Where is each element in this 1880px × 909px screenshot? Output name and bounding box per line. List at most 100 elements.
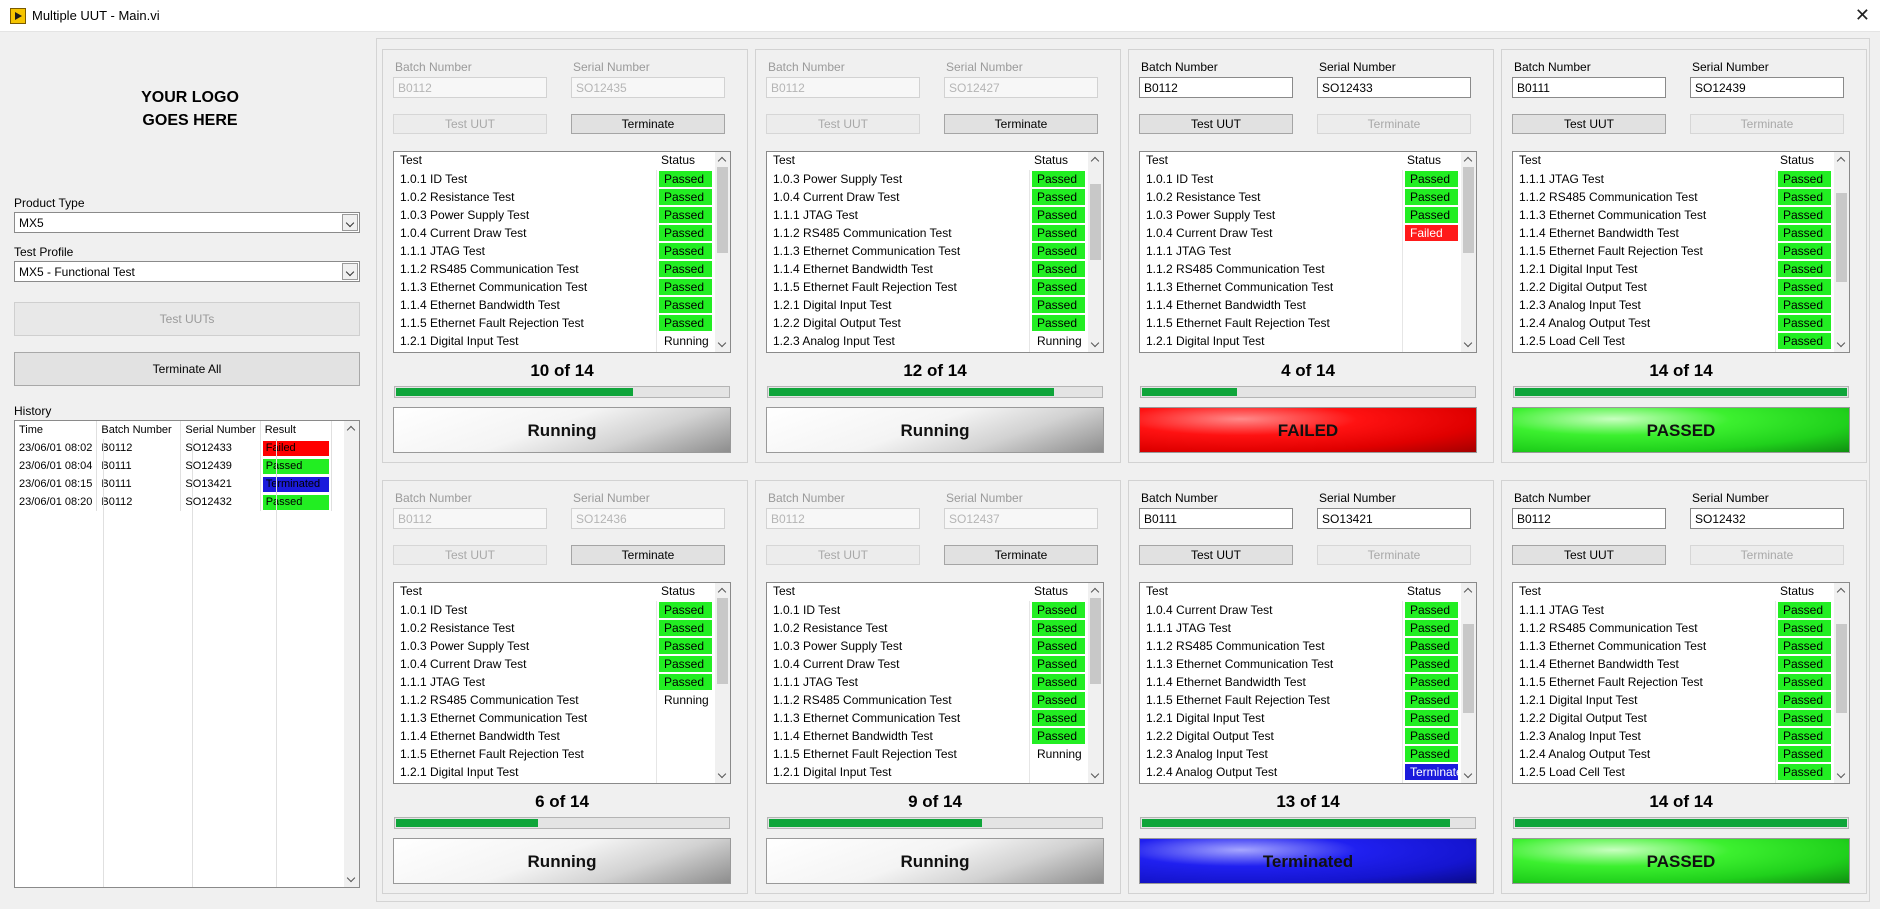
scroll-up-icon[interactable] — [1461, 583, 1476, 598]
serial-number-field[interactable]: SO12439 — [1690, 77, 1844, 98]
test-list-scrollbar[interactable] — [1834, 583, 1849, 783]
test-row[interactable]: 1.1.5 Ethernet Fault Rejection Test Passe… — [1140, 691, 1461, 709]
test-list-scrollbar[interactable] — [1461, 583, 1476, 783]
test-row[interactable]: 1.2.2 Digital Output Test Passed — [767, 314, 1088, 332]
test-row[interactable]: 1.0.3 Power Supply Test Passed — [767, 170, 1088, 188]
test-row[interactable]: 1.0.4 Current Draw Test Passed — [767, 188, 1088, 206]
test-row[interactable]: 1.2.4 Analog Output Test Terminated — [1140, 763, 1461, 781]
test-row[interactable]: 1.1.5 Ethernet Fault Rejection Test Passe… — [394, 314, 715, 332]
test-row[interactable]: 1.1.2 RS485 Communication Test Passed — [1513, 188, 1834, 206]
test-row[interactable]: 1.1.1 JTAG Test Passed — [767, 673, 1088, 691]
test-list-scrollbar[interactable] — [1088, 152, 1103, 352]
test-row[interactable]: 1.1.2 RS485 Communication Test Passed — [394, 260, 715, 278]
test-row[interactable]: 1.1.3 Ethernet Communication Test Passed — [1140, 655, 1461, 673]
scroll-up-icon[interactable] — [715, 152, 730, 167]
test-row[interactable]: 1.0.2 Resistance Test Passed — [394, 619, 715, 637]
serial-number-field[interactable]: SO12435 — [571, 77, 725, 98]
terminate-button[interactable]: Terminate — [1317, 114, 1471, 134]
test-row[interactable]: 1.0.4 Current Draw Test Passed — [394, 655, 715, 673]
test-list-scrollbar[interactable] — [1088, 583, 1103, 783]
scroll-up-icon[interactable] — [344, 421, 359, 436]
test-row[interactable]: 1.2.2 Digital Output Test Passed — [1513, 709, 1834, 727]
test-row[interactable]: 1.2.1 Digital Input Test Running — [394, 332, 715, 350]
scroll-down-icon[interactable] — [1088, 337, 1103, 352]
scroll-up-icon[interactable] — [1834, 583, 1849, 598]
test-row[interactable]: 1.2.1 Digital Input Test — [1140, 332, 1461, 350]
terminate-button[interactable]: Terminate — [1690, 545, 1844, 565]
test-row[interactable]: 1.1.1 JTAG Test Passed — [394, 673, 715, 691]
test-list-scrollbar[interactable] — [715, 583, 730, 783]
test-row[interactable]: 1.1.5 Ethernet Fault Rejection Test Runni… — [767, 745, 1088, 763]
test-row[interactable]: 1.2.1 Digital Input Test Passed — [1513, 260, 1834, 278]
test-uut-button[interactable]: Test UUT — [766, 114, 920, 134]
test-row[interactable]: 1.0.4 Current Draw Test Passed — [1140, 601, 1461, 619]
history-scrollbar[interactable] — [344, 421, 359, 887]
terminate-button[interactable]: Terminate — [571, 114, 725, 134]
test-row[interactable]: 1.1.4 Ethernet Bandwidth Test Passed — [1513, 224, 1834, 242]
test-row[interactable]: 1.1.1 JTAG Test Passed — [1140, 619, 1461, 637]
test-row[interactable]: 1.1.3 Ethernet Communication Test Passed — [767, 709, 1088, 727]
test-list-scrollbar[interactable] — [1461, 152, 1476, 352]
scroll-down-icon[interactable] — [1834, 768, 1849, 783]
scroll-thumb[interactable] — [1463, 167, 1474, 254]
scroll-thumb[interactable] — [1090, 598, 1101, 685]
scroll-up-icon[interactable] — [1834, 152, 1849, 167]
terminate-all-button[interactable]: Terminate All — [14, 352, 360, 386]
scroll-thumb[interactable] — [1090, 184, 1101, 260]
test-row[interactable]: 1.0.3 Power Supply Test Passed — [767, 637, 1088, 655]
test-row[interactable]: 1.1.3 Ethernet Communication Test — [394, 709, 715, 727]
test-uut-button[interactable]: Test UUT — [393, 545, 547, 565]
test-list[interactable]: Test Status 1.0.4 Current Draw Test Passed 1… — [1139, 582, 1477, 784]
test-row[interactable]: 1.0.1 ID Test Passed — [394, 601, 715, 619]
test-row[interactable]: 1.1.4 Ethernet Bandwidth Test Passed — [767, 260, 1088, 278]
batch-number-field[interactable]: B0111 — [1139, 508, 1293, 529]
history-row[interactable]: 23/06/01 08:20 B0112 SO12432 Passed — [15, 493, 332, 511]
test-row[interactable]: 1.2.4 Analog Output Test Passed — [1513, 745, 1834, 763]
test-row[interactable]: 1.1.4 Ethernet Bandwidth Test Passed — [767, 727, 1088, 745]
scroll-down-icon[interactable] — [1088, 768, 1103, 783]
product-type-select[interactable]: MX5 — [14, 212, 360, 233]
test-list[interactable]: Test Status 1.0.3 Power Supply Test Passed 1… — [766, 151, 1104, 353]
test-row[interactable]: 1.2.3 Analog Input Test Passed — [1513, 296, 1834, 314]
test-uut-button[interactable]: Test UUT — [1512, 545, 1666, 565]
history-row[interactable]: 23/06/01 08:15 B0111 SO13421 Terminated — [15, 475, 332, 493]
batch-number-field[interactable]: B0112 — [393, 508, 547, 529]
test-row[interactable]: 1.1.1 JTAG Test Passed — [1513, 601, 1834, 619]
test-row[interactable]: 1.0.4 Current Draw Test Passed — [767, 655, 1088, 673]
terminate-button[interactable]: Terminate — [944, 545, 1098, 565]
test-row[interactable]: 1.1.5 Ethernet Fault Rejection Test Passe… — [767, 278, 1088, 296]
close-icon[interactable]: ✕ — [1855, 4, 1870, 26]
test-row[interactable]: 1.1.3 Ethernet Communication Test Passed — [1513, 206, 1834, 224]
test-row[interactable]: 1.1.2 RS485 Communication Test — [1140, 260, 1461, 278]
scroll-down-icon[interactable] — [715, 337, 730, 352]
test-row[interactable]: 1.1.1 JTAG Test Passed — [394, 242, 715, 260]
serial-number-field[interactable]: SO12432 — [1690, 508, 1844, 529]
test-row[interactable]: 1.2.3 Analog Input Test Passed — [1513, 727, 1834, 745]
test-row[interactable]: 1.2.3 Analog Input Test Passed — [1140, 745, 1461, 763]
serial-number-field[interactable]: SO12436 — [571, 508, 725, 529]
test-row[interactable]: 1.1.2 RS485 Communication Test Passed — [1140, 637, 1461, 655]
terminate-button[interactable]: Terminate — [571, 545, 725, 565]
history-row[interactable]: 23/06/01 08:02 B0112 SO12433 Failed — [15, 439, 332, 457]
test-row[interactable]: 1.0.3 Power Supply Test Passed — [1140, 206, 1461, 224]
test-row[interactable]: 1.1.3 Ethernet Communication Test Passed — [394, 278, 715, 296]
test-row[interactable]: 1.1.1 JTAG Test — [1140, 242, 1461, 260]
scroll-down-icon[interactable] — [715, 768, 730, 783]
test-row[interactable]: 1.2.1 Digital Input Test Passed — [1513, 691, 1834, 709]
scroll-down-icon[interactable] — [344, 872, 359, 887]
test-row[interactable]: 1.0.1 ID Test Passed — [394, 170, 715, 188]
test-row[interactable]: 1.2.2 Digital Output Test Passed — [1140, 727, 1461, 745]
test-row[interactable]: 1.0.2 Resistance Test Passed — [1140, 188, 1461, 206]
serial-number-field[interactable]: SO12427 — [944, 77, 1098, 98]
test-row[interactable]: 1.0.3 Power Supply Test Passed — [394, 206, 715, 224]
test-row[interactable]: 1.1.2 RS485 Communication Test Passed — [767, 691, 1088, 709]
test-row[interactable]: 1.1.1 JTAG Test Passed — [1513, 170, 1834, 188]
scroll-down-icon[interactable] — [1834, 337, 1849, 352]
serial-number-field[interactable]: SO12433 — [1317, 77, 1471, 98]
chevron-down-icon[interactable] — [342, 263, 358, 280]
scroll-thumb[interactable] — [717, 167, 728, 254]
terminate-button[interactable]: Terminate — [944, 114, 1098, 134]
batch-number-field[interactable]: B0112 — [766, 77, 920, 98]
scroll-up-icon[interactable] — [1461, 152, 1476, 167]
test-row[interactable]: 1.2.5 Load Cell Test Passed — [1513, 763, 1834, 781]
